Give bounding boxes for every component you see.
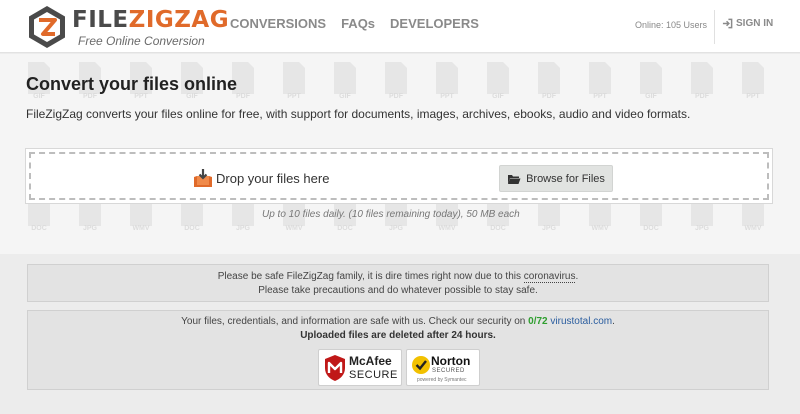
security-notice: Your files, credentials, and information… [27,310,769,390]
online-users-count: Online: 105 Users [635,20,708,30]
norton-powered-by: powered by Symantec [417,377,467,383]
file-type-icon: PPT [436,62,458,100]
file-type-label: JPG [542,225,557,232]
file-type-label: JPG [389,225,404,232]
file-type-label: PDF [695,93,710,100]
file-type-label: WMV [285,225,302,232]
file-type-label: DOC [337,225,353,232]
mcafee-secure-badge[interactable]: McAfee SECURE [318,349,402,386]
mcafee-name: McAfee [349,354,392,368]
nav-developers[interactable]: DEVELOPERS [390,16,479,31]
norton-secured-label: SECURED [432,368,465,374]
nav-faqs[interactable]: FAQs [341,16,375,31]
notice-line-2: Please take precautions and do whatever … [258,285,538,296]
file-type-icon: PDF [538,62,560,100]
notice-line-1: Please be safe FileZigZag family, it is … [217,271,579,283]
drop-zone-border: Drop your files here Browse for Files [29,152,769,200]
file-type-icon: PDF [385,62,407,100]
file-deletion-note: Uploaded files are deleted after 24 hour… [300,330,496,341]
file-type-icon: PPT [283,62,305,100]
file-type-icon: PPT [589,62,611,100]
virustotal-link[interactable]: virustotal.com [550,316,612,327]
file-type-label: GIF [339,93,351,100]
main-nav: CONVERSIONS FAQs DEVELOPERS [230,16,479,31]
folder-open-icon [508,174,521,184]
converter-section: GIF PDF PPT GIF PDF PPT GIF PDF PPT GIF PDF PPT GIF P… [0,54,800,254]
zigzag-logo-icon [29,6,65,48]
download-box-icon [194,169,212,187]
file-type-label: WMV [132,225,149,232]
file-drop-zone[interactable]: Drop your files here Browse for Files [26,149,772,203]
browse-files-button[interactable]: Browse for Files [499,165,613,192]
browse-files-label: Browse for Files [526,172,605,185]
page-title: Convert your files online [26,74,238,94]
logo-wordmark: FILEZIGZAG [72,7,230,33]
file-type-label: PPT [440,93,454,100]
upload-limit-info: Up to 10 files daily. (10 files remainin… [262,209,520,220]
nav-conversions[interactable]: CONVERSIONS [230,16,326,31]
file-type-label: PPT [287,93,301,100]
norton-name: Norton [431,354,471,368]
file-type-label: JPG [83,225,98,232]
file-type-icon: PDF [691,62,713,100]
file-type-label: DOC [31,225,47,232]
drop-files-label: Drop your files here [216,171,330,186]
security-badges: McAfee SECURE Norton SECURED powered by … [318,349,480,387]
security-line-1: Your files, credentials, and information… [181,316,615,327]
coronavirus-link[interactable]: coronavirus [523,271,576,283]
sign-in-label: SIGN IN [736,18,774,29]
mcafee-shield-icon [325,355,345,381]
file-type-label: PPT [746,93,760,100]
file-type-label: PDF [236,93,251,100]
file-type-label: PDF [389,93,404,100]
virustotal-score: 0/72 [528,316,548,327]
file-type-label: JPG [236,225,251,232]
file-type-label: DOC [643,225,659,232]
mcafee-secure-label: SECURE [349,369,398,381]
sign-in-button[interactable]: SIGN IN [722,18,773,29]
file-type-label: JPG [695,225,710,232]
norton-check-icon [412,356,430,374]
site-header: FILEZIGZAG Free Online Conversion CONVER… [0,0,800,53]
page-description: FileZigZag converts your files online fo… [26,107,691,121]
logo-tagline: Free Online Conversion [78,34,205,48]
file-type-label: WMV [744,225,761,232]
file-type-label: GIF [645,93,657,100]
file-type-label: PDF [542,93,557,100]
file-type-label: GIF [492,93,504,100]
file-type-icon: GIF [640,62,662,100]
file-type-icon: GIF [334,62,356,100]
file-type-label: DOC [490,225,506,232]
norton-secured-badge[interactable]: Norton SECURED powered by Symantec [406,349,480,386]
file-type-label: WMV [591,225,608,232]
file-type-icon: PPT [742,62,764,100]
file-type-label: DOC [184,225,200,232]
file-type-icon: GIF [487,62,509,100]
file-type-label: PPT [593,93,607,100]
file-type-label: WMV [438,225,455,232]
coronavirus-notice: Please be safe FileZigZag family, it is … [27,264,769,302]
sign-in-icon [722,18,733,29]
site-logo[interactable]: FILEZIGZAG Free Online Conversion [26,4,229,50]
header-divider [714,10,715,44]
